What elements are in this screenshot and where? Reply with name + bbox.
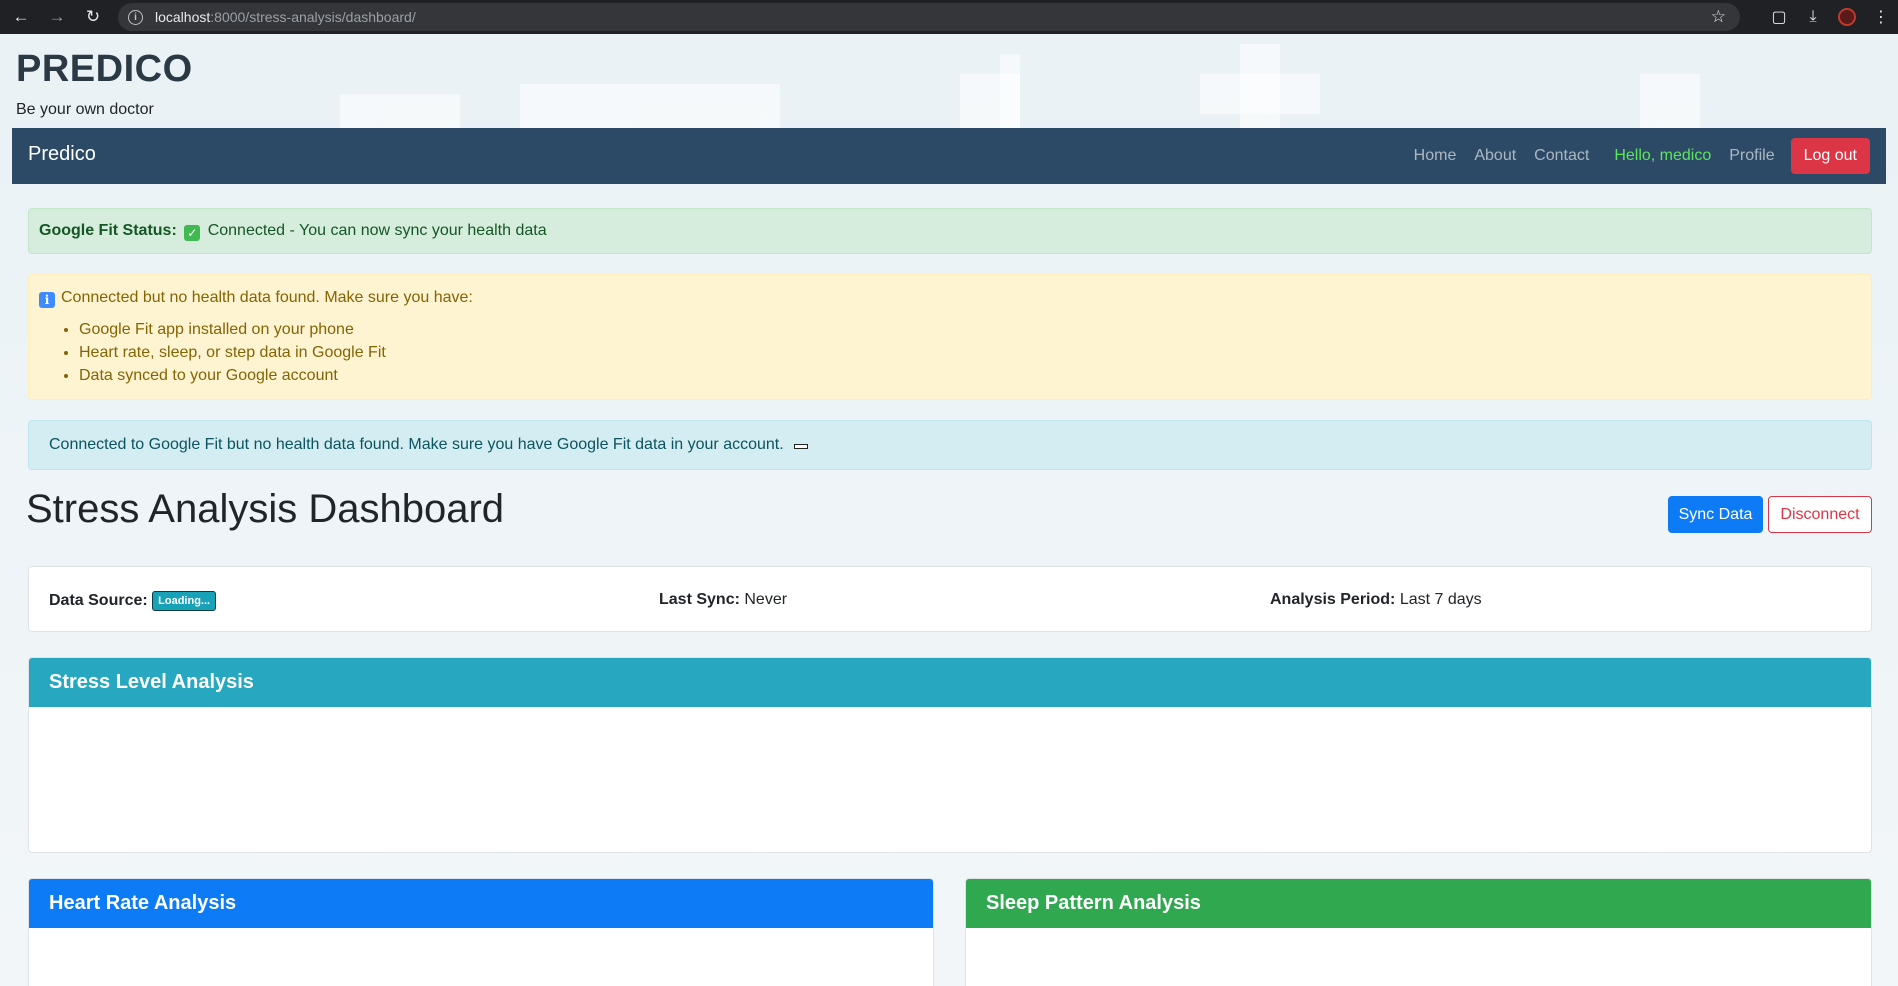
site-info-icon[interactable]: i	[128, 9, 143, 25]
sleep-pattern-panel: Sleep Pattern Analysis	[965, 878, 1872, 986]
navbar-brand[interactable]: Predico	[28, 143, 96, 166]
profile-avatar[interactable]	[1830, 0, 1864, 34]
status-label: Google Fit Status:	[39, 222, 177, 239]
main-navbar: Predico Home About Contact Hello, medico…	[12, 128, 1886, 184]
analysis-period-label: Analysis Period:	[1270, 591, 1396, 608]
no-data-info-alert: Connected to Google Fit but no health da…	[28, 420, 1872, 470]
menu-kebab-icon[interactable]: ⋮	[1864, 0, 1898, 34]
list-item: Data synced to your Google account	[79, 367, 1861, 385]
list-item: Google Fit app installed on your phone	[79, 321, 1861, 339]
stress-level-panel: Stress Level Analysis	[28, 657, 1872, 853]
google-fit-status-alert: Google Fit Status: ✓ Connected - You can…	[28, 208, 1872, 254]
heart-panel-title: Heart Rate Analysis	[29, 879, 933, 928]
logout-button[interactable]: Log out	[1790, 138, 1870, 174]
data-info-card: Data Source: Loading... Last Sync: Never…	[28, 566, 1872, 632]
extensions-icon[interactable]: ▢	[1762, 0, 1796, 34]
last-sync-label: Last Sync:	[659, 591, 740, 608]
sleep-panel-title: Sleep Pattern Analysis	[966, 879, 1871, 928]
back-icon[interactable]: ←	[6, 2, 36, 32]
nav-about[interactable]: About	[1474, 147, 1516, 165]
info-icon: i	[39, 292, 55, 308]
nav-contact[interactable]: Contact	[1534, 147, 1589, 165]
reload-icon[interactable]: ↻	[78, 2, 108, 32]
status-text: Connected - You can now sync your health…	[207, 222, 547, 239]
warning-list: Google Fit app installed on your phone H…	[39, 321, 1861, 385]
no-data-warning-alert: i Connected but no health data found. Mak…	[28, 274, 1872, 400]
bookmark-star-icon[interactable]: ☆	[1711, 7, 1726, 27]
download-icon[interactable]: ⤓	[1796, 0, 1830, 34]
url-path: :8000/stress-analysis/dashboard/	[210, 9, 416, 25]
nav-home[interactable]: Home	[1414, 147, 1457, 165]
list-item: Heart rate, sleep, or step data in Googl…	[79, 344, 1861, 362]
nav-profile[interactable]: Profile	[1729, 147, 1774, 165]
analysis-period-item: Analysis Period: Last 7 days	[1270, 591, 1482, 609]
analysis-period-value: Last 7 days	[1399, 591, 1482, 608]
site-title: PREDICO	[16, 48, 193, 90]
browser-toolbar: ← → ↻ i localhost:8000/stress-analysis/d…	[0, 0, 1898, 34]
disconnect-button[interactable]: Disconnect	[1768, 496, 1872, 533]
forward-icon[interactable]: →	[42, 2, 72, 32]
data-source-item: Data Source: Loading...	[49, 591, 217, 611]
last-sync-item: Last Sync: Never	[659, 591, 787, 609]
check-icon: ✓	[184, 225, 201, 241]
warning-intro: Connected but no health data found. Make…	[61, 289, 473, 306]
site-tagline: Be your own doctor	[16, 101, 154, 118]
address-bar[interactable]: i localhost:8000/stress-analysis/dashboa…	[118, 3, 1740, 31]
status-badge: Loading...	[152, 591, 217, 611]
url-host: localhost	[155, 9, 211, 25]
last-sync-value: Never	[744, 591, 788, 608]
sync-data-button[interactable]: Sync Data	[1668, 496, 1763, 533]
page-title: Stress Analysis Dashboard	[26, 487, 505, 531]
heart-rate-panel: Heart Rate Analysis	[28, 878, 934, 986]
stress-panel-title: Stress Level Analysis	[29, 658, 1871, 707]
user-greeting: Hello, medico	[1614, 147, 1712, 164]
data-source-label: Data Source:	[49, 592, 148, 609]
info-text: Connected to Google Fit but no health da…	[49, 436, 784, 453]
dismiss-icon[interactable]	[794, 444, 809, 449]
